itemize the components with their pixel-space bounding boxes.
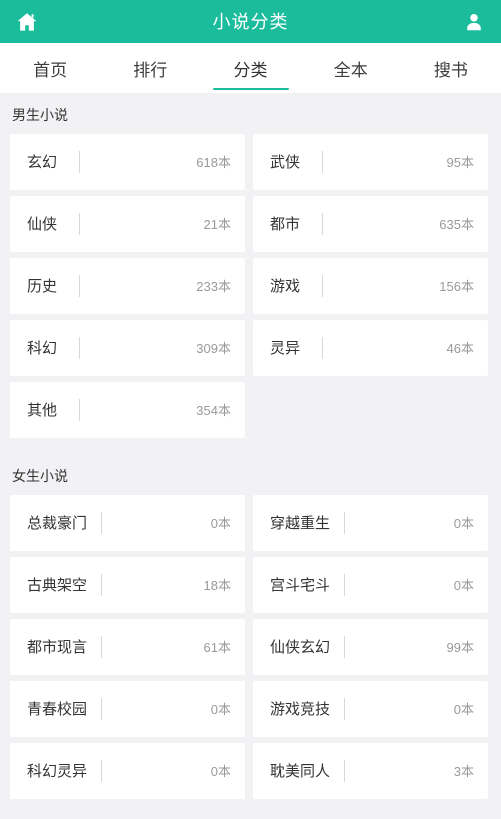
category-name: 游戏 (270, 278, 301, 296)
category-name: 宫斗宅斗 (270, 577, 331, 595)
category-card[interactable]: 青春校园 0本 (10, 680, 245, 737)
category-count: 156本 (439, 279, 474, 295)
category-card[interactable]: 历史 233本 (10, 257, 245, 314)
category-name: 都市 (270, 216, 301, 234)
tab-label: 搜书 (433, 60, 468, 80)
tab-ranking[interactable]: 排行 (100, 43, 200, 93)
category-name: 都市现言 (27, 639, 88, 657)
category-divider (344, 697, 346, 720)
tab-label: 首页 (33, 60, 68, 80)
category-name: 仙侠玄幻 (270, 639, 331, 657)
section-title-male: 男生小说 (12, 107, 68, 123)
category-card[interactable]: 耽美同人 3本 (253, 742, 488, 799)
category-card[interactable]: 科幻灵异 0本 (10, 742, 245, 799)
category-grid-female: 总裁豪门 0本 穿越重生 0本 古典架空 18本 宫斗宅斗 0本 都市现言 61本 仙侠玄幻 99本青… (0, 494, 501, 799)
category-divider (79, 398, 81, 421)
category-divider (79, 274, 81, 297)
category-divider (344, 759, 346, 782)
category-name: 科幻 (27, 340, 58, 358)
category-divider (322, 274, 324, 297)
category-card[interactable]: 古典架空 18本 (10, 556, 245, 613)
category-count: 354本 (196, 403, 231, 419)
category-card[interactable]: 仙侠玄幻 99本 (253, 618, 488, 675)
tab-label: 排行 (133, 60, 168, 80)
category-card[interactable]: 宫斗宅斗 0本 (253, 556, 488, 613)
category-count: 46本 (446, 341, 474, 357)
category-name: 古典架空 (27, 577, 88, 595)
category-divider (101, 697, 103, 720)
category-count: 0本 (453, 578, 474, 594)
category-card[interactable]: 科幻 309本 (10, 319, 245, 376)
category-divider (344, 635, 346, 658)
category-count: 0本 (453, 516, 474, 532)
category-divider (79, 150, 81, 173)
category-count: 99本 (446, 640, 474, 656)
category-count: 3本 (453, 764, 474, 780)
tab-label: 全本 (333, 60, 368, 80)
category-name: 武侠 (270, 154, 301, 172)
category-divider (101, 759, 103, 782)
tab-home[interactable]: 首页 (0, 43, 100, 93)
category-divider (322, 336, 324, 359)
category-divider (322, 150, 324, 173)
category-card[interactable]: 武侠 95本 (253, 133, 488, 190)
category-grid-male: 玄幻 618本 武侠 95本仙侠 21本 都市 635本历史 233本 游戏 156本科幻 309本… (0, 133, 501, 438)
category-count: 635本 (439, 217, 474, 233)
tab-category[interactable]: 分类 (200, 43, 300, 93)
user-icon[interactable] (451, 0, 497, 43)
category-name: 青春校园 (27, 701, 88, 719)
category-divider (79, 212, 81, 235)
category-divider (101, 635, 103, 658)
category-name: 其他 (27, 402, 58, 420)
category-divider (79, 336, 81, 359)
category-count: 18本 (203, 578, 231, 594)
category-count: 0本 (210, 764, 231, 780)
category-card[interactable]: 都市现言 61本 (10, 618, 245, 675)
category-card[interactable]: 游戏竞技 0本 (253, 680, 488, 737)
tab-label: 分类 (233, 60, 268, 80)
category-divider (322, 212, 324, 235)
category-card[interactable]: 玄幻 618本 (10, 133, 245, 190)
page-title: 小说分类 (212, 11, 289, 32)
category-name: 灵异 (270, 340, 301, 358)
category-divider (101, 511, 103, 534)
category-divider (101, 573, 103, 596)
category-name: 历史 (27, 278, 58, 296)
app-header: 小说分类 (0, 0, 501, 43)
category-name: 总裁豪门 (27, 515, 88, 533)
category-count: 0本 (210, 516, 231, 532)
category-card[interactable]: 其他 354本 (10, 381, 245, 438)
category-divider (344, 511, 346, 534)
category-card[interactable]: 都市 635本 (253, 195, 488, 252)
category-name: 耽美同人 (270, 763, 331, 781)
category-card[interactable]: 游戏 156本 (253, 257, 488, 314)
home-icon[interactable] (4, 0, 50, 43)
category-name: 游戏竞技 (270, 701, 331, 719)
category-count: 0本 (210, 702, 231, 718)
section-title-female: 女生小说 (12, 467, 68, 484)
category-name: 科幻灵异 (27, 763, 88, 781)
category-card[interactable]: 灵异 46本 (253, 319, 488, 376)
category-count: 0本 (453, 702, 474, 718)
category-count: 61本 (203, 640, 231, 656)
category-count: 21本 (203, 217, 231, 233)
category-content: 男生小说 玄幻 618本 武侠 95本仙侠 21本 都市 635本历史 233本 游戏 156本科… (0, 93, 501, 801)
category-name: 仙侠 (27, 216, 58, 234)
category-card[interactable]: 仙侠 21本 (10, 195, 245, 252)
category-count: 233本 (196, 279, 231, 295)
category-card[interactable]: 总裁豪门 0本 (10, 494, 245, 551)
tab-complete[interactable]: 全本 (301, 43, 401, 93)
category-name: 穿越重生 (270, 515, 331, 533)
tab-search[interactable]: 搜书 (401, 43, 501, 93)
category-count: 95本 (446, 155, 474, 171)
category-count: 618本 (196, 155, 231, 171)
category-card[interactable]: 穿越重生 0本 (253, 494, 488, 551)
category-count: 309本 (196, 341, 231, 357)
category-divider (344, 573, 346, 596)
category-name: 玄幻 (27, 154, 58, 172)
main-tabbar: 首页 排行 分类 全本 搜书 (0, 43, 501, 93)
